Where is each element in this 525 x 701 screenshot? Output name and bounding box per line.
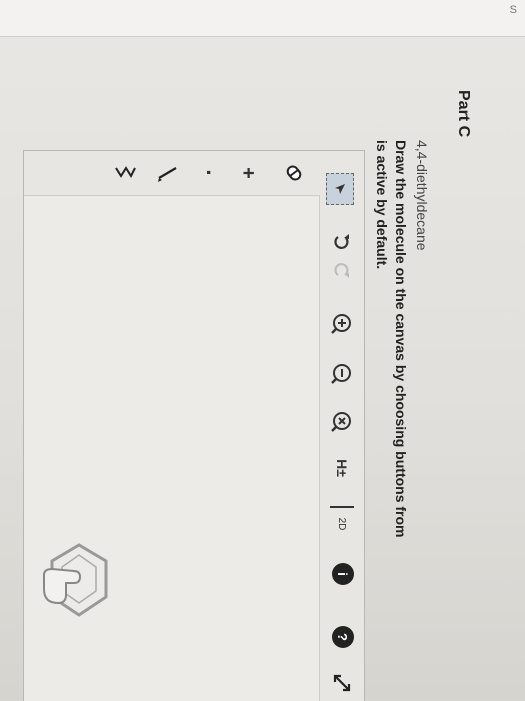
zoom-out-button[interactable]: [329, 361, 353, 387]
clear-icon: [331, 412, 351, 432]
part-title: Part C: [455, 90, 472, 138]
compound-name: 4,4-diethyldecane: [414, 140, 430, 251]
hydrogen-button[interactable]: H±: [332, 453, 352, 483]
eraser-icon: [286, 165, 302, 181]
instruction-text: Draw the molecule on the canvas by choos…: [372, 140, 410, 700]
redo-icon: [334, 263, 349, 278]
instruction-line-2: is active by default.: [374, 140, 390, 270]
top-toolbar: H± 2D i ?: [319, 151, 364, 701]
single-bond-icon: [158, 167, 177, 182]
hand-cursor-icon: [43, 567, 82, 605]
zoom-out-icon: [331, 364, 351, 384]
chain-icon: [115, 166, 136, 179]
single-bond-tool[interactable]: [154, 161, 180, 185]
clear-button[interactable]: [329, 409, 353, 435]
undo-icon: [334, 234, 349, 249]
marquee-select-icon: [335, 184, 345, 194]
2d-button[interactable]: 2D: [330, 506, 354, 540]
instruction-line-1: Draw the molecule on the canvas by choos…: [393, 140, 409, 538]
molecule-editor: H± 2D i ? + ·: [23, 150, 365, 701]
rotated-content: Part C 4,4-diethyldecane Draw the molecu…: [0, 0, 525, 701]
expand-arrows-icon: [333, 674, 351, 692]
info-button[interactable]: i: [332, 563, 354, 585]
radical-tool[interactable]: ·: [196, 161, 221, 185]
expand-button[interactable]: [330, 671, 354, 695]
page-background: S Part C 4,4-diethyldecane Draw the mole…: [0, 0, 525, 701]
charge-plus-tool[interactable]: +: [236, 161, 260, 185]
chain-tool[interactable]: [110, 161, 140, 185]
left-toolbar: + ·: [24, 151, 320, 196]
redo-button[interactable]: [331, 259, 353, 281]
select-tool[interactable]: [326, 173, 354, 205]
zoom-in-button[interactable]: [329, 311, 353, 337]
zoom-in-icon: [331, 314, 351, 334]
help-button[interactable]: ?: [332, 626, 354, 648]
undo-button[interactable]: [331, 231, 353, 253]
eraser-tool[interactable]: [282, 161, 306, 185]
drawing-canvas[interactable]: [24, 196, 319, 701]
